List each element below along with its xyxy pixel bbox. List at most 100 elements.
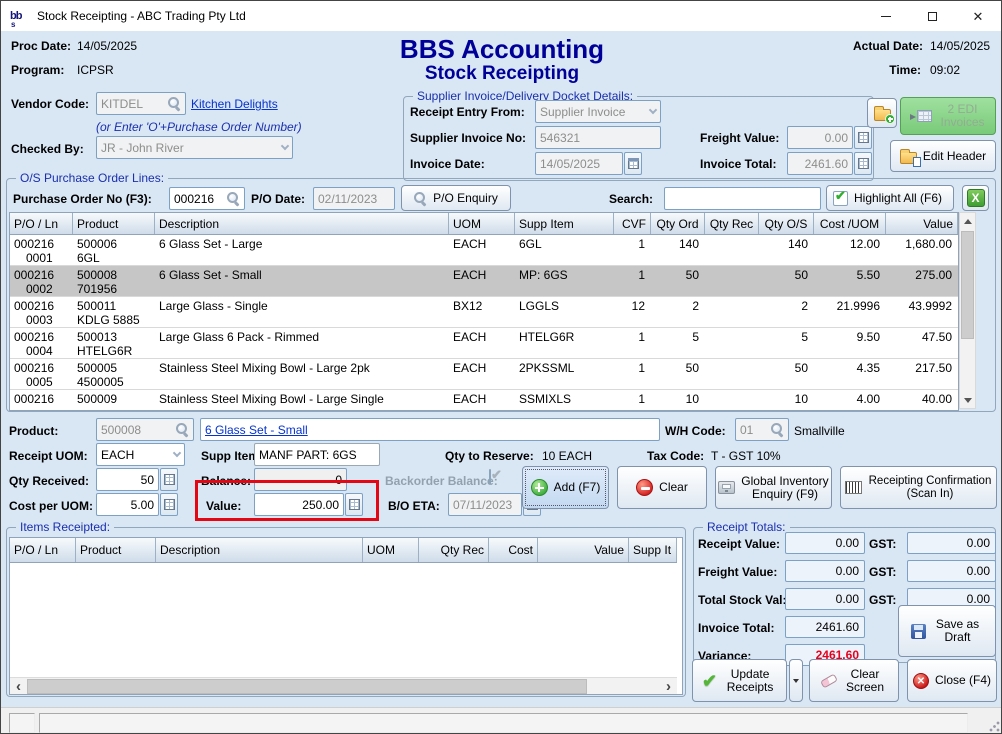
scroll-thumb[interactable] <box>27 679 587 694</box>
add-button[interactable]: Add (F7) <box>522 466 609 509</box>
edi-invoices-button[interactable]: 2 EDI Invoices <box>900 97 996 135</box>
tax-code-label: Tax Code: <box>647 449 704 463</box>
plus-badge-icon <box>885 114 895 124</box>
supplier-invoice-no-value: 546321 <box>540 131 580 145</box>
po-ln-cell: 0002160004 <box>10 328 73 358</box>
po-line-row[interactable]: 0002160004 500013HTELG6R Large Glass 6 P… <box>10 328 958 359</box>
vendor-search-icon[interactable] <box>168 97 181 110</box>
qty-rec-cell <box>705 359 759 389</box>
vendor-name-link[interactable]: Kitchen Delights <box>191 97 278 111</box>
value-input[interactable]: 250.00 <box>254 493 344 516</box>
qty-rec-cell <box>705 390 759 410</box>
invoice-date-calendar-button[interactable] <box>624 152 642 175</box>
close-window-button[interactable]: ✕ <box>955 1 1001 31</box>
bo-eta-label: B/O ETA: <box>388 499 440 513</box>
value-calculator-button[interactable] <box>345 493 363 516</box>
qty-to-reserve-label: Qty to Reserve: <box>445 449 534 463</box>
scroll-thumb[interactable] <box>961 231 974 339</box>
dropdown-arrow-icon <box>793 679 799 683</box>
invoice-total-calculator-button[interactable] <box>854 152 872 175</box>
supplier-invoice-no-input[interactable]: 546321 <box>535 126 661 149</box>
po-date-value: 02/11/2023 <box>318 192 377 206</box>
supp-item-input[interactable]: MANF PART: 6GS <box>254 443 380 466</box>
qty-received-input[interactable]: 50 <box>96 468 159 491</box>
cost-per-uom-input[interactable]: 5.00 <box>96 493 159 516</box>
update-receipts-button[interactable]: Update Receipts <box>692 659 787 702</box>
invoice-total-input[interactable]: 2461.60 <box>787 152 853 175</box>
backorder-balance-checkbox[interactable] <box>489 469 491 485</box>
po-line-row[interactable]: 0002160002 500008701956 6 Glass Set - Sm… <box>10 266 958 297</box>
edit-header-button[interactable]: Edit Header <box>890 140 996 172</box>
close-f4-button[interactable]: Close (F4) <box>907 659 997 702</box>
qty-ord-cell: 5 <box>651 328 705 358</box>
qty-received-calculator-button[interactable] <box>160 468 178 491</box>
cost-uom-cell: 12.00 <box>814 235 886 265</box>
items-table-hscrollbar[interactable]: ‹ › <box>10 677 677 694</box>
column-header: Cost <box>489 538 538 562</box>
po-search-icon[interactable] <box>227 192 240 205</box>
receipting-confirmation-button[interactable]: Receipting Confirmation (Scan In) <box>840 466 997 509</box>
cost-calculator-button[interactable] <box>160 493 178 516</box>
minimize-button[interactable] <box>863 1 909 31</box>
po-number-label: Purchase Order No (F3): <box>13 192 152 206</box>
maximize-button[interactable] <box>909 1 955 31</box>
screen-title: Stock Receipting <box>332 63 672 85</box>
search-input[interactable] <box>664 187 821 210</box>
po-ln-cell: 0002160001 <box>10 235 73 265</box>
wh-code-value: 01 <box>740 423 753 437</box>
checked-by-select[interactable]: JR - John River <box>96 136 293 159</box>
freight-value-input[interactable]: 0.00 <box>787 126 853 149</box>
cost-uom-cell: 4.35 <box>814 359 886 389</box>
excel-icon <box>967 189 985 207</box>
scroll-left-button[interactable]: ‹ <box>10 678 27 695</box>
close-circle-icon <box>913 673 929 689</box>
freight-value-field: 0.00 <box>787 126 872 149</box>
po-line-row[interactable]: 0002160005 5000054500005 Stainless Steel… <box>10 359 958 390</box>
po-line-row[interactable]: 0002160003 500011KDLG 5885 Large Glass -… <box>10 297 958 328</box>
cost-uom-cell: 5.50 <box>814 266 886 296</box>
invoice-date-input[interactable]: 14/05/2025 <box>535 152 623 175</box>
balance-input[interactable]: 0 <box>254 468 347 491</box>
po-date-input[interactable]: 02/11/2023 <box>313 187 395 210</box>
po-table-vscrollbar[interactable] <box>959 212 976 409</box>
qty-os-cell: 2 <box>759 297 814 327</box>
clear-button[interactable]: Clear <box>617 466 707 509</box>
product-description-link[interactable]: 6 Glass Set - Small <box>205 423 308 437</box>
wh-code-input[interactable]: 01 <box>735 418 789 441</box>
update-receipts-dropdown-button[interactable] <box>789 659 803 702</box>
resize-grip[interactable] <box>989 721 1000 732</box>
po-line-row[interactable]: 0002160001 5000066GL 6 Glass Set - Large… <box>10 235 958 266</box>
folder-add-icon <box>874 109 891 121</box>
gst-label: GST: <box>869 565 896 579</box>
po-line-row[interactable]: 000216 500009 Stainless Steel Mixing Bow… <box>10 390 958 410</box>
scroll-down-button[interactable] <box>960 392 975 408</box>
vendor-code-input[interactable]: KITDEL <box>96 92 186 115</box>
excel-export-button[interactable] <box>962 185 989 211</box>
column-header: UOM <box>449 213 515 234</box>
product-code-input[interactable]: 500008 <box>96 418 194 441</box>
scroll-up-button[interactable] <box>960 213 975 229</box>
column-header: CVF <box>614 213 651 234</box>
product-search-icon[interactable] <box>176 423 189 436</box>
wh-search-icon[interactable] <box>771 423 784 436</box>
scroll-right-button[interactable]: › <box>660 678 677 695</box>
bo-eta-input[interactable]: 07/11/2023 <box>448 493 522 516</box>
value-cell: 217.50 <box>886 359 958 389</box>
save-as-draft-button[interactable]: Save as Draft <box>898 605 996 657</box>
po-number-input[interactable]: 000216 <box>169 187 245 210</box>
highlight-all-checkbox[interactable]: Highlight All (F6) <box>826 185 954 211</box>
uom-cell: EACH <box>449 266 515 296</box>
product-cell: 500009 <box>73 390 155 410</box>
title-bar: bbs Stock Receipting - ABC Trading Pty L… <box>1 1 1001 31</box>
po-enquiry-label: P/O Enquiry <box>433 192 498 205</box>
receipt-uom-select[interactable]: EACH <box>96 443 185 466</box>
checkbox-checked-icon[interactable] <box>833 191 848 206</box>
receipt-entry-from-select[interactable]: Supplier Invoice <box>535 100 661 123</box>
clear-screen-button[interactable]: Clear Screen <box>809 659 899 702</box>
global-inventory-enquiry-button[interactable]: Global Inventory Enquiry (F9) <box>715 466 832 509</box>
open-edi-folder-button[interactable] <box>867 98 897 128</box>
column-header: Value <box>538 538 629 562</box>
description-cell: 6 Glass Set - Small <box>155 266 449 296</box>
po-enquiry-button[interactable]: P/O Enquiry <box>401 185 511 211</box>
freight-calculator-button[interactable] <box>854 126 872 149</box>
